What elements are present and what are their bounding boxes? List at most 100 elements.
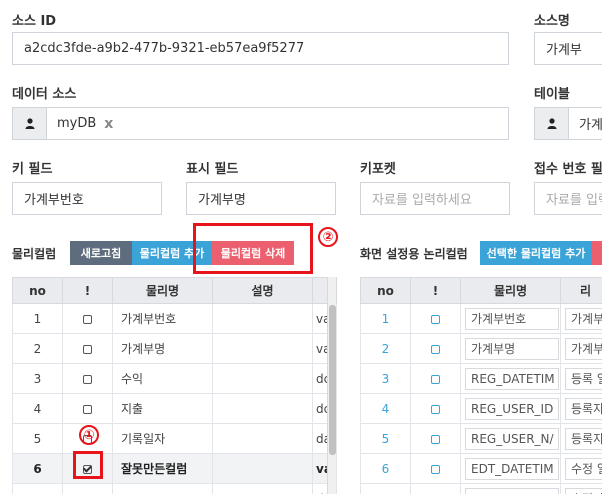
row-description[interactable] (212, 333, 313, 364)
row-checkbox[interactable] (62, 393, 113, 424)
keypad-input[interactable]: 자료를 입력하세요 (360, 182, 510, 215)
table-row[interactable]: 3 REG_DATETIM 등록 일 (360, 363, 602, 394)
row-physical-name[interactable]: 잘못만든컬럼 (112, 453, 213, 484)
add-selected-column-button[interactable]: 선택한 물리컬럼 추가 (480, 241, 592, 265)
row-logical-name-input[interactable]: 등록 일 (565, 367, 602, 390)
checkbox-icon[interactable] (431, 434, 440, 444)
table-row[interactable]: 3 수익 dc (12, 363, 337, 394)
row-no[interactable]: 2 (360, 333, 411, 364)
row-logical-name-cell[interactable]: 등록자 (560, 423, 602, 454)
source-name-field[interactable]: 가계부 (534, 32, 602, 65)
table-row[interactable]: 2 가계부명 가계부 (360, 333, 602, 364)
row-physical-name[interactable]: 가계부명 (112, 333, 213, 364)
checkbox-icon[interactable] (431, 404, 440, 414)
row-no[interactable]: 3 (360, 363, 411, 394)
row-logical-name-cell[interactable]: 등록 일 (560, 363, 602, 394)
table-row[interactable]: 1 가계부번호 va (12, 303, 337, 334)
checkbox-icon[interactable] (431, 344, 440, 354)
source-id-field[interactable]: a2cdc3fde-a9b2-477b-9321-eb57ea9f5277 (12, 32, 509, 65)
row-logical-name-cell[interactable]: 가계부 (560, 333, 602, 364)
key-field-input[interactable]: 가계부번호 (12, 182, 162, 215)
row-logical-name-cell[interactable]: 등록자 (560, 393, 602, 424)
row-checkbox[interactable] (410, 303, 461, 334)
receipt-input[interactable]: 자료를 입력 (534, 182, 602, 215)
row-logical-name-cell[interactable]: 수정자 (560, 483, 602, 494)
row-logical-name-input[interactable]: 등록자 (565, 427, 602, 450)
row-physical-name-input[interactable]: EDT_USER_ID (465, 487, 559, 494)
row-logical-name-input[interactable]: 등록자 (565, 397, 602, 420)
row-physical-name[interactable]: 가계부번호 (112, 303, 213, 334)
checkbox-icon[interactable] (83, 374, 92, 384)
row-description[interactable] (212, 363, 313, 394)
table-row[interactable]: 4 지출 dc (12, 393, 337, 424)
checkbox-icon[interactable] (431, 314, 440, 324)
checkbox-icon[interactable] (83, 344, 92, 354)
row-physical-name[interactable]: 수익 (112, 363, 213, 394)
checkbox-icon[interactable] (83, 314, 92, 324)
table-field[interactable]: 가계부 (534, 107, 602, 140)
row-physical-name-cell[interactable]: REG_USER_ID (460, 393, 561, 424)
row-no[interactable]: 1 (360, 303, 411, 334)
row-checkbox[interactable] (410, 483, 461, 494)
table-row[interactable]: 5 기록일자 da (12, 423, 337, 454)
table-row[interactable]: 1 가계부번호 가계부 (360, 303, 602, 334)
table-row[interactable]: 7REG_DATETIMEda (12, 483, 337, 494)
row-logical-name-input[interactable]: 가계부 (565, 307, 602, 330)
row-checkbox[interactable] (62, 483, 113, 494)
row-logical-name-cell[interactable]: 가계부 (560, 303, 602, 334)
row-physical-name[interactable]: REG_DATETIME (112, 483, 213, 494)
row-physical-name-cell[interactable]: EDT_DATETIM (460, 453, 561, 484)
row-description[interactable] (212, 453, 313, 484)
row-logical-name-input[interactable]: 가계부 (565, 337, 602, 360)
datasource-field[interactable]: myDB x (12, 107, 509, 140)
checkbox-icon[interactable] (83, 404, 92, 414)
row-description[interactable] (212, 423, 313, 454)
row-checkbox[interactable] (410, 363, 461, 394)
row-checkbox[interactable] (410, 393, 461, 424)
row-physical-name-cell[interactable]: REG_DATETIM (460, 363, 561, 394)
row-physical-name-input[interactable]: REG_USER_N/ (465, 427, 559, 450)
user-icon (13, 108, 47, 139)
row-logical-name-input[interactable]: 수정자 (565, 487, 602, 494)
row-logical-name-cell[interactable]: 수정 일 (560, 453, 602, 484)
row-physical-name-cell[interactable]: 가계부번호 (460, 303, 561, 334)
row-physical-name-cell[interactable]: REG_USER_N/ (460, 423, 561, 454)
row-no[interactable]: 6 (360, 453, 411, 484)
row-physical-name-input[interactable]: REG_USER_ID (465, 397, 559, 420)
row-description[interactable] (212, 483, 313, 494)
table-row[interactable]: 6 EDT_DATETIM 수정 일 (360, 453, 602, 484)
row-physical-name-input[interactable]: 가계부명 (465, 337, 559, 360)
row-checkbox[interactable] (62, 303, 113, 334)
row-checkbox[interactable] (410, 333, 461, 364)
row-no[interactable]: 7 (360, 483, 411, 494)
checkbox-icon[interactable] (431, 464, 440, 474)
row-no[interactable]: 5 (360, 423, 411, 454)
row-physical-name-cell[interactable]: EDT_USER_ID (460, 483, 561, 494)
refresh-button[interactable]: 새로고침 (70, 241, 132, 265)
row-logical-name-input[interactable]: 수정 일 (565, 457, 602, 480)
table-row[interactable]: 6 잘못만든컬럼 va (12, 453, 337, 484)
physical-scroll-thumb[interactable] (329, 305, 336, 455)
row-checkbox[interactable] (410, 423, 461, 454)
row-checkbox[interactable] (410, 453, 461, 484)
row-physical-name[interactable]: 지출 (112, 393, 213, 424)
physical-scrollbar[interactable] (327, 277, 336, 494)
display-field-input[interactable]: 가계부명 (186, 182, 336, 215)
table-row[interactable]: 4 REG_USER_ID 등록자 (360, 393, 602, 424)
row-description[interactable] (212, 303, 313, 334)
table-row[interactable]: 2 가계부명 va (12, 333, 337, 364)
row-physical-name-input[interactable]: REG_DATETIM (465, 367, 559, 390)
row-physical-name-cell[interactable]: 가계부명 (460, 333, 561, 364)
table-row[interactable]: 5 REG_USER_N/등록자 (360, 423, 602, 454)
checkbox-icon[interactable] (431, 374, 440, 384)
row-physical-name-input[interactable]: 가계부번호 (465, 307, 559, 330)
row-physical-name[interactable]: 기록일자 (112, 423, 213, 454)
clear-datasource-icon[interactable]: x (104, 116, 113, 132)
row-checkbox[interactable] (62, 363, 113, 394)
row-physical-name-input[interactable]: EDT_DATETIM (465, 457, 559, 480)
row-no[interactable]: 4 (360, 393, 411, 424)
table-row[interactable]: 7 EDT_USER_ID 수정자 (360, 483, 602, 494)
row-description[interactable] (212, 393, 313, 424)
row-checkbox[interactable] (62, 333, 113, 364)
logical-delete-button[interactable] (592, 241, 602, 265)
